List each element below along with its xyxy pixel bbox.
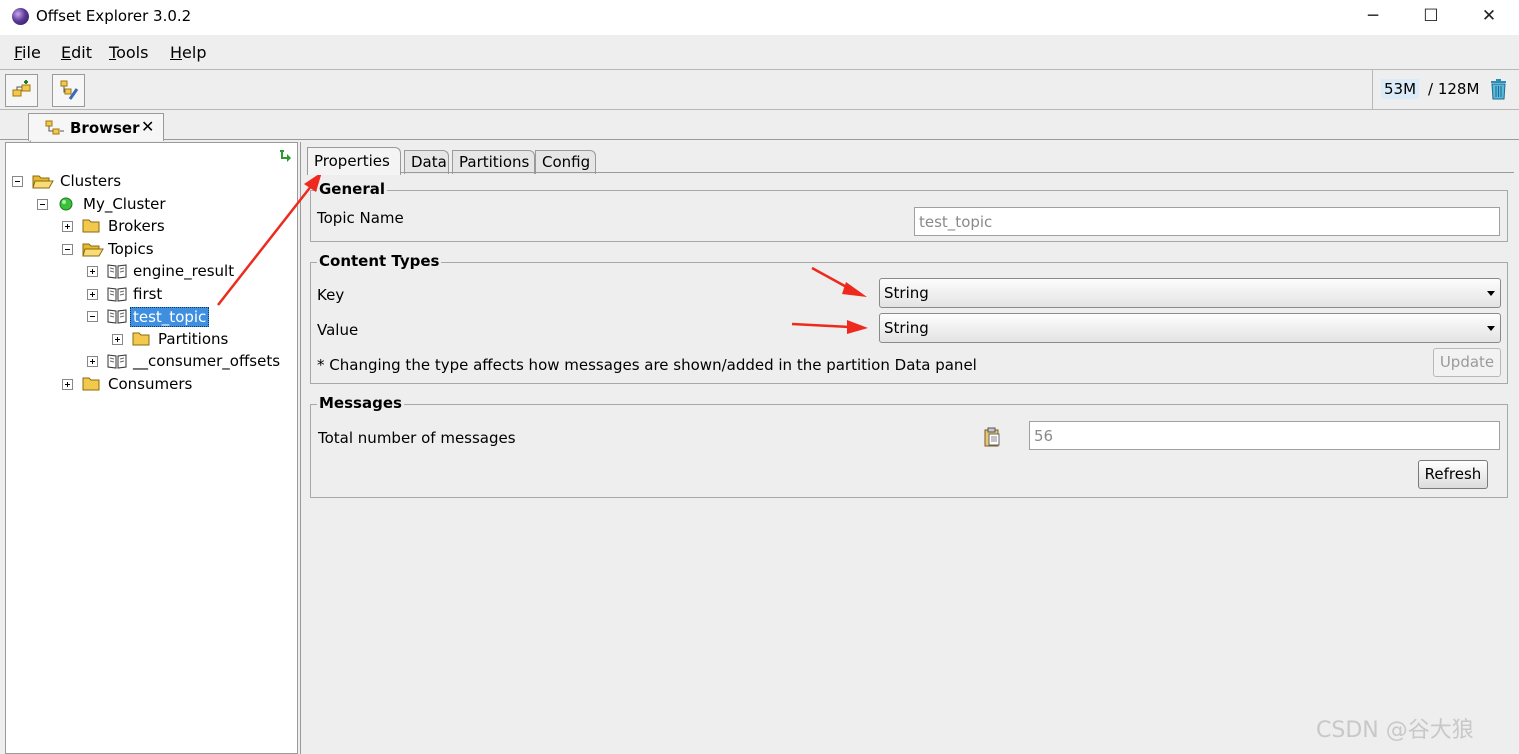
menu-file[interactable]: File <box>14 43 41 62</box>
collapse-icon[interactable] <box>87 311 98 322</box>
value-label: Value <box>317 321 359 339</box>
memory-used: 53M <box>1381 79 1420 99</box>
tab-partitions[interactable]: Partitions <box>452 150 535 174</box>
cluster-tree-panel: Clusters My_Cluster Brokers Topics engin… <box>5 142 298 754</box>
collapse-icon[interactable] <box>37 199 48 210</box>
folder-icon <box>82 377 100 391</box>
tree-label: Partitions <box>158 330 229 348</box>
browser-tab-label: Browser <box>70 119 140 137</box>
total-messages-field[interactable]: 56 <box>1029 421 1500 450</box>
menu-help[interactable]: Help <box>170 43 206 62</box>
update-button[interactable]: Update <box>1433 348 1501 377</box>
toolbar: 53M / 128M <box>0 69 1519 110</box>
total-messages-label: Total number of messages <box>318 429 516 447</box>
expand-icon[interactable] <box>87 266 98 277</box>
title-bar: Offset Explorer 3.0.2 ─ ☐ ✕ <box>0 0 1519 35</box>
tree-node-consumers[interactable]: Consumers <box>60 374 280 396</box>
topic-book-icon <box>107 264 127 279</box>
cluster-connected-icon <box>59 197 73 211</box>
refresh-button[interactable]: Refresh <box>1418 460 1488 489</box>
tree-node-topic[interactable]: engine_result <box>85 261 285 283</box>
content-types-group: Content Types Key String Value String * … <box>310 252 1508 384</box>
folder-icon <box>82 219 100 233</box>
general-group: General Topic Name test_topic <box>310 180 1508 242</box>
tab-config[interactable]: Config <box>535 150 596 174</box>
topic-name-field[interactable]: test_topic <box>914 207 1500 236</box>
expand-icon[interactable] <box>87 356 98 367</box>
topic-name-label: Topic Name <box>317 209 404 227</box>
menu-bar: File Edit Tools Help <box>0 35 1519 69</box>
edit-cluster-button[interactable] <box>52 74 85 107</box>
messages-title: Messages <box>317 394 404 412</box>
topic-book-icon <box>107 287 127 302</box>
key-type-value: String <box>884 284 929 302</box>
tree-node-topics[interactable]: Topics <box>60 239 280 261</box>
expand-icon[interactable] <box>112 334 123 345</box>
expand-icon[interactable] <box>62 379 73 390</box>
content-type-note: * Changing the type affects how messages… <box>317 356 977 374</box>
close-window-button[interactable]: ✕ <box>1460 0 1518 33</box>
edit-cluster-icon <box>60 80 79 100</box>
topic-book-icon <box>107 309 127 324</box>
window-title: Offset Explorer 3.0.2 <box>36 7 192 25</box>
dropdown-arrow-icon <box>1487 326 1495 331</box>
expand-icon[interactable] <box>87 289 98 300</box>
content-types-title: Content Types <box>317 252 442 270</box>
memory-indicator: 53M / 128M <box>1372 70 1519 110</box>
add-cluster-icon <box>12 80 31 97</box>
dropdown-arrow-icon <box>1487 291 1495 296</box>
folder-icon <box>132 332 150 346</box>
expand-icon[interactable] <box>62 221 73 232</box>
minimize-button[interactable]: ─ <box>1344 0 1402 33</box>
clipboard-icon[interactable] <box>983 427 1001 447</box>
value-type-value: String <box>884 319 929 337</box>
tree-label: engine_result <box>133 262 235 280</box>
watermark: CSDN @谷大狼 <box>1316 718 1474 743</box>
browser-tab-close-icon[interactable]: ✕ <box>141 117 154 136</box>
menu-tools[interactable]: Tools <box>109 43 148 62</box>
key-type-select[interactable]: String <box>879 278 1501 308</box>
tree-label: test_topic <box>130 307 210 327</box>
browser-tab-strip: Browser ✕ <box>0 110 1519 141</box>
tab-data[interactable]: Data <box>404 150 449 174</box>
refresh-tree-icon[interactable] <box>279 148 293 164</box>
menu-edit[interactable]: Edit <box>61 43 92 62</box>
collapse-icon[interactable] <box>12 176 23 187</box>
tree-label: __consumer_offsets <box>133 352 281 370</box>
value-type-select[interactable]: String <box>879 313 1501 343</box>
general-title: General <box>317 180 387 198</box>
tab-properties[interactable]: Properties <box>307 147 401 175</box>
topic-book-icon <box>107 354 127 369</box>
add-cluster-button[interactable] <box>5 74 38 107</box>
tree-node-topic[interactable]: first <box>85 284 285 306</box>
messages-group: Messages Total number of messages 56 Ref… <box>310 394 1508 498</box>
open-folder-icon <box>82 243 104 257</box>
tree-label: Topics <box>108 240 154 258</box>
tree-label: first <box>133 285 163 303</box>
browser-tab[interactable]: Browser ✕ <box>28 113 164 141</box>
tree-node-clusters[interactable]: Clusters <box>10 171 290 193</box>
key-label: Key <box>317 286 345 304</box>
browser-tree-icon <box>45 120 64 135</box>
app-logo-icon <box>12 8 29 25</box>
maximize-button[interactable]: ☐ <box>1402 0 1460 33</box>
topic-details-panel: Properties Data Partitions Config Genera… <box>300 142 1519 754</box>
open-folder-icon <box>32 175 54 189</box>
tab-divider <box>307 172 1514 173</box>
memory-total: / 128M <box>1428 80 1480 98</box>
tree-node-my-cluster[interactable]: My_Cluster <box>35 194 285 216</box>
tree-node-topic[interactable]: __consumer_offsets <box>85 351 290 373</box>
collapse-icon[interactable] <box>62 244 73 255</box>
tree-label: Clusters <box>60 172 122 190</box>
tree-label: Consumers <box>108 375 193 393</box>
tree-node-partitions[interactable]: Partitions <box>110 329 290 351</box>
tree-label: My_Cluster <box>83 195 166 213</box>
tree-node-brokers[interactable]: Brokers <box>60 216 280 238</box>
garbage-collect-icon[interactable] <box>1490 79 1507 100</box>
tree-node-topic-selected[interactable]: test_topic <box>85 306 285 328</box>
tree-label: Brokers <box>108 217 165 235</box>
